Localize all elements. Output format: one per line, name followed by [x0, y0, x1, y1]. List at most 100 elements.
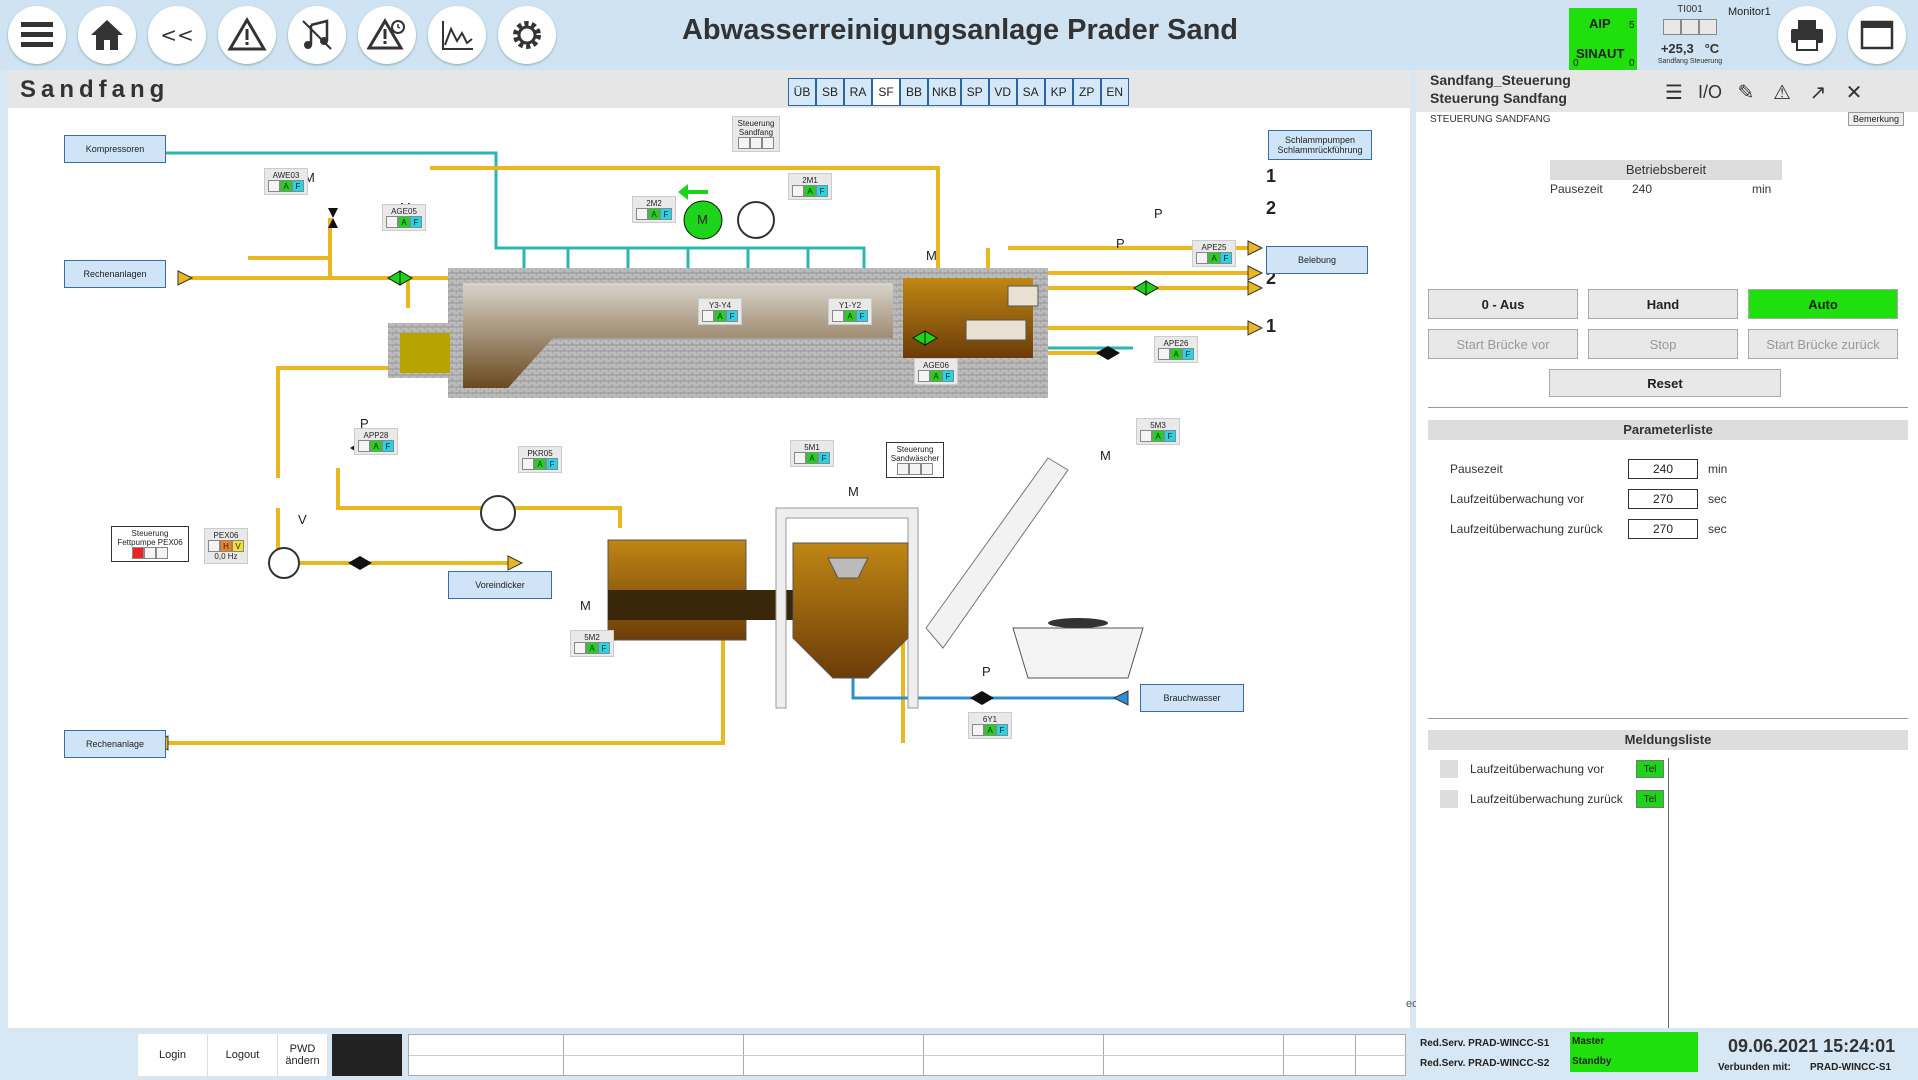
message-checkbox-vor[interactable] — [1440, 760, 1458, 778]
pump-symbol-ape25: P — [1154, 206, 1163, 221]
tab-ueb[interactable]: ÜB — [788, 78, 816, 106]
message-indicator — [332, 1034, 402, 1076]
alarm-history-button[interactable] — [358, 6, 416, 64]
link-schlammpumpen[interactable]: Schlammpumpen Schlammrückführung — [1268, 130, 1372, 160]
tab-ra[interactable]: RA — [844, 78, 872, 106]
message-badge-vor: Tel — [1636, 760, 1664, 778]
pump-pex06 — [268, 547, 300, 579]
panel-pencil-button[interactable]: ✎ — [1732, 78, 1760, 106]
tag-5m3[interactable]: 5M3 A F — [1136, 418, 1180, 445]
tab-sa[interactable]: SA — [1016, 78, 1045, 106]
pex06-unit: Hz — [227, 552, 238, 561]
panel-alarm-button[interactable]: ⚠ — [1768, 78, 1796, 106]
message-badge-zurueck: Tel — [1636, 790, 1664, 808]
message-checkbox-zurueck[interactable] — [1440, 790, 1458, 808]
parameter-header: Parameterliste — [1428, 420, 1908, 440]
tag-app28[interactable]: APP28 A F — [354, 428, 398, 455]
tag-age05[interactable]: AGE05 A F — [382, 204, 426, 231]
link-voreindicker[interactable]: Voreindicker — [448, 571, 552, 599]
connected-label: Verbunden mit: — [1718, 1062, 1791, 1073]
link-rechenanlage[interactable]: Rechenanlage — [64, 730, 166, 758]
panel-io-button[interactable]: I/O — [1696, 78, 1724, 106]
section-title: Sandfang — [20, 76, 170, 103]
param-input-laufzeit-vor[interactable]: 270 — [1628, 489, 1698, 509]
tag-awe03[interactable]: AWE03 A F — [264, 168, 308, 195]
tag-pex06[interactable]: PEX06 H V 0,0 Hz — [204, 528, 248, 564]
aip-status[interactable]: AIP 5 SINAUT 0 0 — [1569, 8, 1637, 70]
back-button[interactable]: << — [148, 6, 206, 64]
alarm-line[interactable] — [408, 1034, 1407, 1076]
login-button[interactable]: Login — [138, 1034, 208, 1076]
logout-button[interactable]: Logout — [208, 1034, 278, 1076]
tab-sb[interactable]: SB — [816, 78, 844, 106]
home-button[interactable] — [78, 6, 136, 64]
tab-nkb[interactable]: NKB — [928, 78, 961, 106]
tab-sp[interactable]: SP — [960, 78, 989, 106]
tag-ape26[interactable]: APE26 A F — [1154, 336, 1198, 363]
menu-button[interactable] — [8, 6, 66, 64]
change-password-button[interactable]: PWD ändern — [278, 1034, 328, 1076]
link-brauchwasser[interactable]: Brauchwasser — [1140, 684, 1244, 712]
home-icon — [91, 20, 123, 50]
tag-2m1[interactable]: 2M1 A F — [788, 173, 832, 200]
temperature-value: +25,3 — [1660, 41, 1694, 56]
control-sandwaescher[interactable]: Steuerung Sandwäscher — [886, 442, 944, 478]
tag-5m2[interactable]: 5M2 A F — [570, 630, 614, 657]
mode-auto-button[interactable]: Auto — [1748, 289, 1898, 319]
horn-off-button[interactable] — [288, 6, 346, 64]
control-fettpumpe[interactable]: Steuerung Fettpumpe PEX06 — [111, 526, 189, 562]
link-rechenanlagen[interactable]: Rechenanlagen — [64, 260, 166, 288]
section-bar: Sandfang ÜB SB RA SF BB NKB SP VD SA KP … — [8, 70, 1410, 108]
control-sandwaescher-label: Steuerung Sandwäscher — [890, 445, 940, 463]
temperature-tag: TI001 — [1677, 4, 1703, 15]
alarm-button[interactable] — [218, 6, 276, 64]
tag-2m2[interactable]: 2M2 A F — [632, 196, 676, 223]
param-unit-laufzeit-vor: sec — [1708, 492, 1727, 506]
sinaut-count-right: 0 — [1629, 58, 1635, 69]
tag-age06[interactable]: AGE06 A F — [914, 358, 958, 385]
mode-hand-button[interactable]: Hand — [1588, 289, 1738, 319]
start-forward-button[interactable]: Start Brücke vor — [1428, 329, 1578, 359]
server2-label: Red.Serv. PRAD-WINCC-S2 — [1420, 1058, 1550, 1069]
tab-bb[interactable]: BB — [900, 78, 928, 106]
settings-button[interactable] — [498, 6, 556, 64]
tag-y1y2[interactable]: Y1-Y2 A F — [828, 298, 872, 325]
outlet-1a: 1 — [1266, 166, 1277, 186]
message-header: Meldungsliste — [1428, 730, 1908, 750]
link-kompressoren[interactable]: Kompressoren — [64, 135, 166, 163]
outlet-1b: 1 — [1266, 316, 1277, 336]
tab-vd[interactable]: VD — [988, 78, 1017, 106]
panel-header: Sandfang_Steuerung Steuerung Sandfang ☰ … — [1416, 70, 1918, 112]
temperature-widget: TI001 +25,3 °C Sandfang Steuerung — [1645, 4, 1735, 65]
tab-sf[interactable]: SF — [872, 78, 900, 106]
tag-pkr05[interactable]: PKR05 A F — [518, 446, 562, 473]
tag-ape25[interactable]: APE25 A F — [1192, 240, 1236, 267]
warning-clock-icon — [367, 18, 405, 50]
pump-symbol-ape26: P — [1116, 236, 1125, 251]
stop-button[interactable]: Stop — [1588, 329, 1738, 359]
start-back-button[interactable]: Start Brücke zurück — [1748, 329, 1898, 359]
tab-en[interactable]: EN — [1100, 78, 1129, 106]
tab-zp[interactable]: ZP — [1072, 78, 1101, 106]
panel-menu-button[interactable]: ☰ — [1660, 78, 1688, 106]
window-button[interactable] — [1848, 6, 1906, 64]
tag-5m1[interactable]: 5M1 A F — [790, 440, 834, 467]
print-button[interactable] — [1778, 6, 1836, 64]
panel-close-button[interactable]: ✕ — [1840, 78, 1868, 106]
temperature-unit: °C — [1704, 41, 1720, 56]
monitor-label: Monitor1 — [1728, 6, 1771, 18]
reset-button[interactable]: Reset — [1549, 369, 1781, 397]
mode-off-button[interactable]: 0 - Aus — [1428, 289, 1578, 319]
control-sandfang[interactable]: Steuerung Sandfang — [732, 116, 780, 152]
tag-6y1[interactable]: 6Y1 A F — [968, 712, 1012, 739]
param-input-laufzeit-zurueck[interactable]: 270 — [1628, 519, 1698, 539]
tag-y3y4[interactable]: Y3-Y4 A F — [698, 298, 742, 325]
bemerkung-button[interactable]: Bemerkung — [1848, 112, 1905, 126]
server1-label: Red.Serv. PRAD-WINCC-S1 — [1420, 1038, 1550, 1049]
trend-button[interactable] — [428, 6, 486, 64]
tab-kp[interactable]: KP — [1044, 78, 1073, 106]
param-input-pausezeit[interactable]: 240 — [1628, 459, 1698, 479]
panel-trend-button[interactable]: ↗ — [1804, 78, 1832, 106]
link-belebung[interactable]: Belebung — [1266, 246, 1368, 274]
param-unit-laufzeit-zurueck: sec — [1708, 522, 1727, 536]
